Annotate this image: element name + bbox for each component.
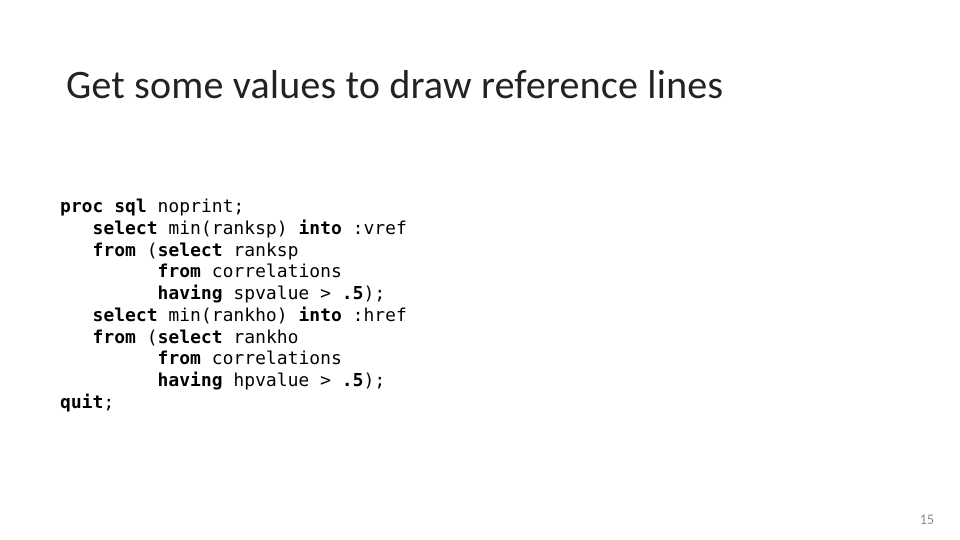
indent bbox=[60, 348, 158, 369]
sp bbox=[103, 196, 114, 217]
txt: correlations bbox=[201, 261, 342, 282]
kw-five: 5 bbox=[353, 283, 364, 304]
txt: ( bbox=[136, 327, 158, 348]
kw-into: into bbox=[298, 305, 341, 326]
txt: ( bbox=[136, 240, 158, 261]
indent bbox=[60, 283, 158, 304]
kw-into: into bbox=[298, 218, 341, 239]
kw-quit: quit bbox=[60, 392, 103, 413]
txt: correlations bbox=[201, 348, 342, 369]
kw-from: from bbox=[158, 261, 201, 282]
txt: rankho bbox=[223, 327, 299, 348]
kw-sql: sql bbox=[114, 196, 147, 217]
txt: :href bbox=[342, 305, 407, 326]
txt: min(rankho) bbox=[158, 305, 299, 326]
indent bbox=[60, 327, 93, 348]
kw-select: select bbox=[93, 305, 158, 326]
kw-select: select bbox=[158, 240, 223, 261]
kw-having: having bbox=[158, 370, 223, 391]
code-block: proc sql noprint; select min(ranksp) int… bbox=[60, 196, 407, 414]
slide: Get some values to draw reference lines … bbox=[0, 0, 960, 540]
txt: :vref bbox=[342, 218, 407, 239]
kw-select: select bbox=[158, 327, 223, 348]
kw-select: select bbox=[93, 218, 158, 239]
kw-dot: . bbox=[342, 283, 353, 304]
indent bbox=[60, 370, 158, 391]
kw-five: 5 bbox=[353, 370, 364, 391]
slide-title: Get some values to draw reference lines bbox=[66, 60, 723, 109]
kw-from: from bbox=[93, 240, 136, 261]
kw-proc: proc bbox=[60, 196, 103, 217]
txt: hpvalue > bbox=[223, 370, 342, 391]
txt: ranksp bbox=[223, 240, 299, 261]
kw-from: from bbox=[93, 327, 136, 348]
txt: ); bbox=[363, 283, 385, 304]
kw-having: having bbox=[158, 283, 223, 304]
kw-from: from bbox=[158, 348, 201, 369]
indent bbox=[60, 240, 93, 261]
page-number: 15 bbox=[920, 511, 934, 528]
txt: ); bbox=[363, 370, 385, 391]
indent bbox=[60, 305, 93, 326]
txt: noprint; bbox=[147, 196, 245, 217]
txt: spvalue > bbox=[223, 283, 342, 304]
txt: min(ranksp) bbox=[158, 218, 299, 239]
kw-dot: . bbox=[342, 370, 353, 391]
txt: ; bbox=[103, 392, 114, 413]
indent bbox=[60, 218, 93, 239]
indent bbox=[60, 261, 158, 282]
